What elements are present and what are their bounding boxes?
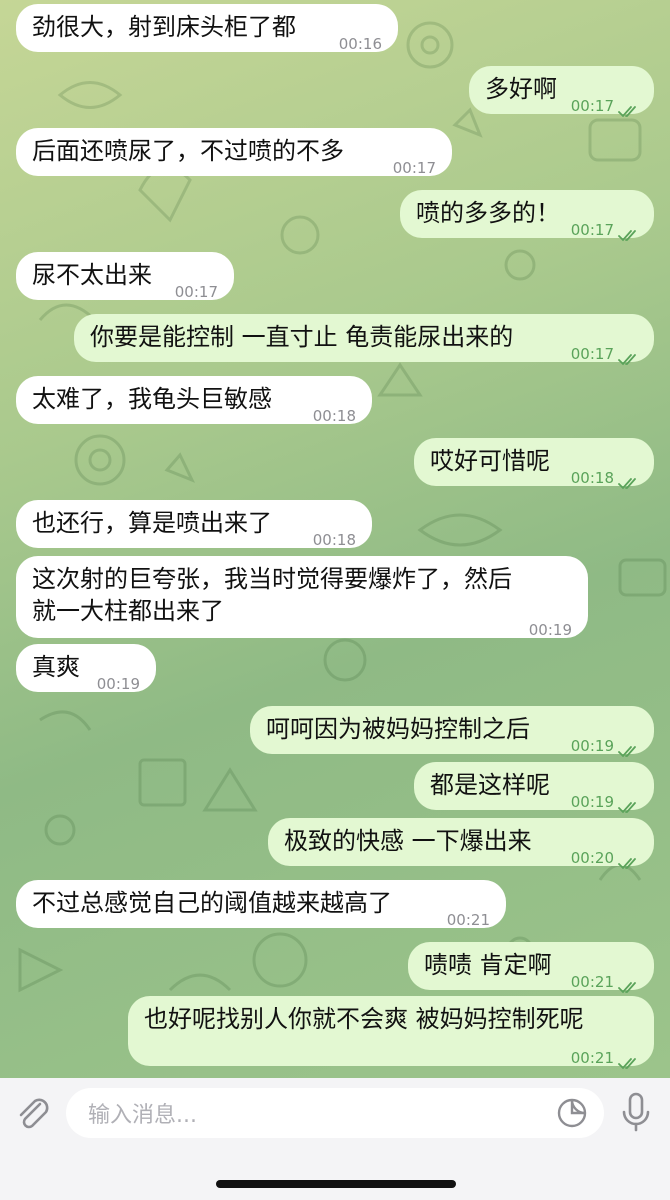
incoming-message[interactable]: 后面还喷尿了，不过喷的不多 00:17 xyxy=(16,128,452,177)
incoming-message[interactable]: 尿不太出来 00:17 xyxy=(16,252,234,301)
incoming-message[interactable]: 不过总感觉自己的阈值越来越高了 00:21 xyxy=(16,880,506,929)
message-timestamp: 00:17 xyxy=(174,283,218,301)
message-text: 也还行，算是喷出来了 xyxy=(32,509,272,537)
message-text: 呵呵因为被妈妈控制之后 xyxy=(266,715,530,743)
message-text: 你要是能控制 一直寸止 龟责能尿出来的 xyxy=(90,323,514,351)
message-text: 也好呢找别人你就不会爽 被妈妈控制死呢 xyxy=(144,1005,584,1033)
message-timestamp: 00:17 xyxy=(570,345,614,363)
outgoing-message[interactable]: 呵呵因为被妈妈控制之后 00:19 xyxy=(250,706,654,758)
microphone-icon[interactable] xyxy=(618,1090,654,1136)
outgoing-message[interactable]: 啧啧 肯定啊 00:21 xyxy=(408,942,654,994)
message-text: 这次射的巨夸张，我当时觉得要爆炸了，然后 xyxy=(32,565,512,593)
message-text: 喷的多多的！ xyxy=(416,199,560,227)
message-text: 哎好可惜呢 xyxy=(430,447,550,475)
message-timestamp: 00:18 xyxy=(312,531,356,549)
double-check-icon xyxy=(618,845,640,870)
double-check-icon xyxy=(618,217,640,242)
incoming-message[interactable]: 真爽 00:19 xyxy=(16,644,156,693)
incoming-message[interactable]: 太难了，我龟头巨敏感 00:18 xyxy=(16,376,372,425)
double-check-icon xyxy=(618,789,640,814)
message-timestamp: 00:19 xyxy=(96,675,140,693)
outgoing-message[interactable]: 喷的多多的！ 00:17 xyxy=(400,190,654,242)
message-text: 极致的快感 一下爆出来 xyxy=(284,827,532,855)
composer-bar: 输入消息... xyxy=(0,1078,670,1200)
message-timestamp: 00:20 xyxy=(570,849,614,867)
message-timestamp: 00:16 xyxy=(338,35,382,53)
incoming-message[interactable]: 劲很大，射到床头柜了都 00:16 xyxy=(16,4,398,53)
outgoing-message[interactable]: 都是这样呢 00:19 xyxy=(414,762,654,814)
outgoing-message[interactable]: 多好啊 00:17 xyxy=(469,66,654,118)
message-timestamp: 00:17 xyxy=(392,159,436,177)
message-timestamp: 00:21 xyxy=(570,1049,614,1067)
message-text: 不过总感觉自己的阈值越来越高了 xyxy=(32,889,392,917)
double-check-icon xyxy=(618,733,640,758)
message-text: 太难了，我龟头巨敏感 xyxy=(32,385,272,413)
message-timestamp: 00:21 xyxy=(446,911,490,929)
sticker-icon[interactable] xyxy=(556,1097,588,1129)
double-check-icon xyxy=(618,341,640,366)
message-text: 多好啊 xyxy=(485,75,557,103)
outgoing-message[interactable]: 也好呢找别人你就不会爽 被妈妈控制死呢 00:21 xyxy=(128,996,654,1070)
double-check-icon xyxy=(618,93,640,118)
message-timestamp: 00:17 xyxy=(570,221,614,239)
message-text: 劲很大，射到床头柜了都 xyxy=(32,13,296,41)
outgoing-message[interactable]: 哎好可惜呢 00:18 xyxy=(414,438,654,490)
message-timestamp: 00:19 xyxy=(570,793,614,811)
message-timestamp: 00:18 xyxy=(312,407,356,425)
message-input[interactable]: 输入消息... xyxy=(66,1088,604,1138)
message-text: 尿不太出来 xyxy=(32,261,152,289)
message-text: 真爽 xyxy=(32,653,80,681)
message-text: 都是这样呢 xyxy=(430,771,550,799)
message-timestamp: 00:21 xyxy=(570,973,614,991)
double-check-icon xyxy=(618,465,640,490)
double-check-icon xyxy=(618,969,640,994)
message-timestamp: 00:18 xyxy=(570,469,614,487)
message-text: 后面还喷尿了，不过喷的不多 xyxy=(32,137,344,165)
outgoing-message[interactable]: 你要是能控制 一直寸止 龟责能尿出来的 00:17 xyxy=(74,314,654,366)
message-text: 啧啧 肯定啊 xyxy=(424,951,552,979)
paperclip-icon[interactable] xyxy=(12,1092,54,1134)
incoming-message[interactable]: 这次射的巨夸张，我当时觉得要爆炸了，然后 就一大柱都出来了 00:19 xyxy=(16,556,588,639)
double-check-icon xyxy=(618,1045,640,1070)
message-input-placeholder: 输入消息... xyxy=(88,1103,197,1128)
message-timestamp: 00:19 xyxy=(570,737,614,755)
home-indicator xyxy=(216,1180,456,1188)
incoming-message[interactable]: 也还行，算是喷出来了 00:18 xyxy=(16,500,372,549)
outgoing-message[interactable]: 极致的快感 一下爆出来 00:20 xyxy=(268,818,654,870)
message-text: 就一大柱都出来了 xyxy=(32,597,224,625)
message-timestamp: 00:19 xyxy=(528,621,572,639)
message-timestamp: 00:17 xyxy=(570,97,614,115)
